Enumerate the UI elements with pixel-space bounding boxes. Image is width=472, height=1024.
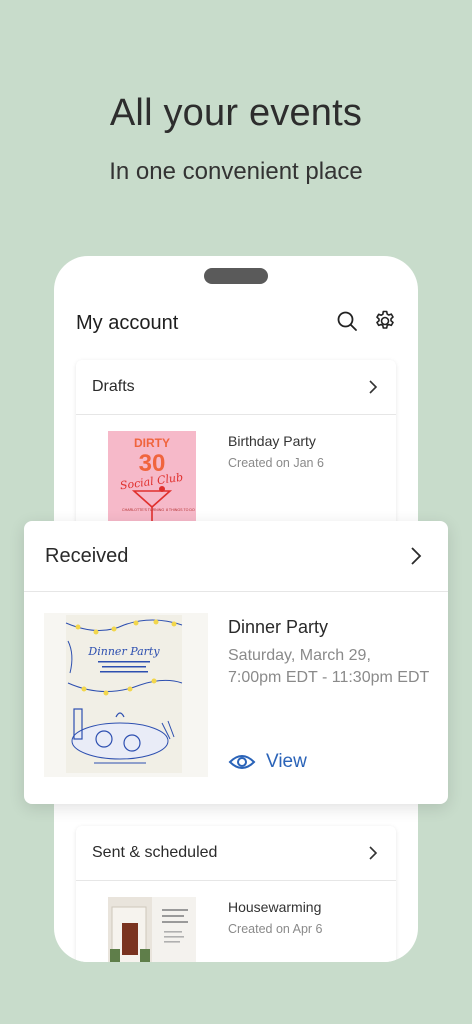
received-event-title: Dinner Party [228, 617, 329, 637]
drafts-card: Drafts DIRTY 30 Social Club CHARLOTTE'S … [76, 360, 396, 540]
eye-icon [228, 755, 256, 769]
drafts-header[interactable]: Drafts [76, 360, 396, 415]
sent-label: Sent & scheduled [92, 844, 218, 861]
hero-title: All your events [109, 92, 363, 134]
drafts-event-title: Birthday Party [228, 433, 316, 449]
thumb-script-title: Dinner Party [87, 645, 160, 658]
view-label: View [266, 751, 307, 772]
page-title: My account [76, 312, 179, 334]
thumb-right-note: 8 THINGS TO DO [166, 508, 195, 512]
chevron-right-icon [369, 380, 378, 394]
received-header[interactable]: Received [24, 521, 448, 592]
received-event-date: Saturday, March 29, [228, 647, 371, 664]
chevron-right-icon [369, 846, 378, 860]
received-event-time: 7:00pm EDT - 11:30pm EDT [228, 669, 430, 686]
gear-icon [376, 310, 394, 329]
dinner-artwork: Dinner Party [65, 615, 183, 773]
sent-event-title: Housewarming [228, 899, 322, 915]
hero-subtitle: In one convenient place [109, 158, 363, 185]
sent-card: Sent & scheduled Housewarming Created on… [76, 826, 396, 962]
drafts-event-meta: Created on Jan 6 [228, 456, 324, 470]
sent-header[interactable]: Sent & scheduled [76, 826, 396, 881]
view-button[interactable]: View [228, 747, 307, 777]
phone-notch [204, 268, 268, 284]
search-button[interactable] [334, 308, 360, 334]
birthday-artwork: DIRTY 30 Social Club CHARLOTTE'S TURNING… [119, 436, 195, 524]
chevron-right-icon [411, 547, 422, 565]
search-icon [337, 311, 357, 331]
sent-event-meta: Created on Apr 6 [228, 922, 323, 936]
settings-button[interactable] [372, 308, 398, 334]
birthday-thumbnail: DIRTY 30 Social Club CHARLOTTE'S TURNING… [108, 431, 196, 531]
house-artwork [108, 897, 188, 962]
dinner-thumbnail[interactable]: Dinner Party [44, 613, 208, 777]
housewarming-thumbnail [108, 897, 196, 962]
thumb-dirty-text: DIRTY [134, 436, 170, 450]
thumb-left-note: CHARLOTTE'S TURNING [122, 508, 164, 512]
received-card: Received Dinner Party Dinner Party Satur… [24, 521, 448, 804]
received-label: Received [45, 544, 129, 567]
drafts-label: Drafts [92, 378, 135, 395]
